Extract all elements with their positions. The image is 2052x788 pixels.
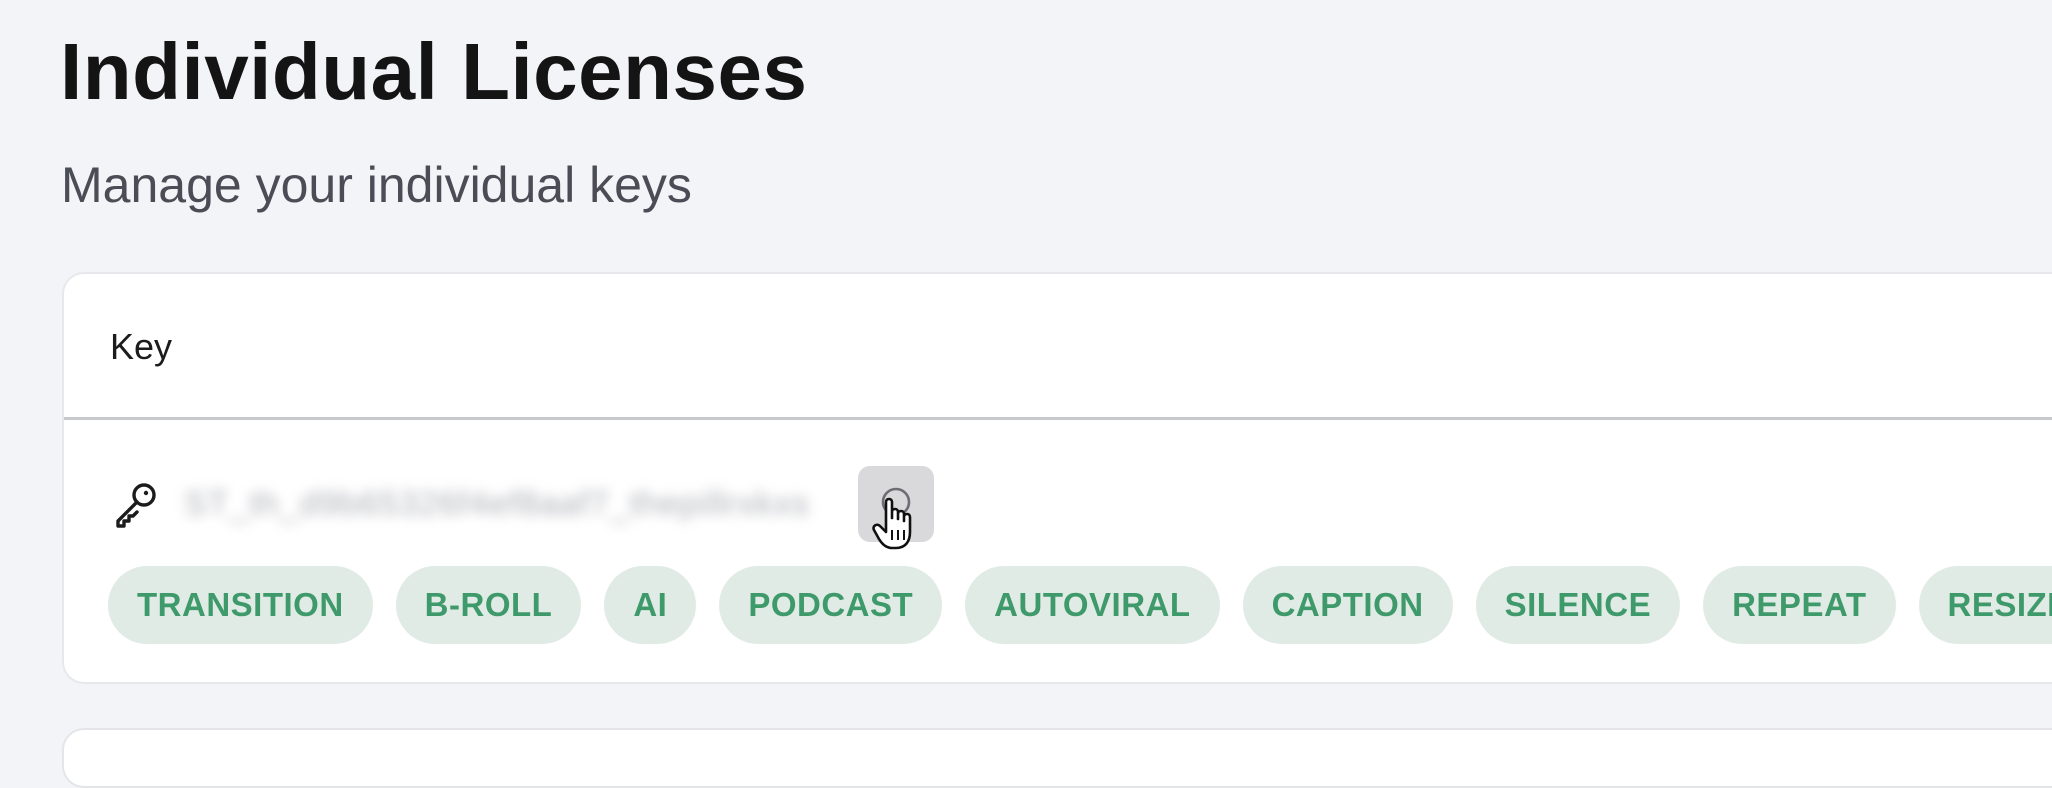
tag-transition: TRANSITION [108,566,373,644]
column-header-key: Key [110,326,172,368]
tag-caption: CAPTION [1243,566,1453,644]
license-key-row: ST_th_d9b65326f4ef8aaf7_thepillrxkxs [110,464,810,544]
tag-ai: AI [604,566,696,644]
tag-repeat: REPEAT [1703,566,1895,644]
licenses-page: Individual Licenses Manage your individu… [0,0,2052,740]
license-key-value: ST_th_d9b65326f4ef8aaf7_thepillrxkxs [184,485,810,524]
tag-resize: RESIZE [1919,566,2052,644]
copy-icon [877,483,915,526]
copy-key-button[interactable] [858,466,934,542]
tag-podcast: PODCAST [719,566,942,644]
licenses-table: Key ST_th_d9b65326f4ef8aaf7_thepillrxkxs… [62,272,2052,684]
feature-tags: TRANSITION B-ROLL AI PODCAST AUTOVIRAL C… [108,566,2052,646]
tag-autoviral: AUTOVIRAL [965,566,1219,644]
page-subtitle: Manage your individual keys [61,156,692,214]
tag-b-roll: B-ROLL [396,566,582,644]
table-header: Key [64,274,2052,420]
tag-silence: SILENCE [1476,566,1681,644]
key-icon [110,478,162,530]
next-license-card [62,728,2052,788]
page-title: Individual Licenses [60,26,808,118]
